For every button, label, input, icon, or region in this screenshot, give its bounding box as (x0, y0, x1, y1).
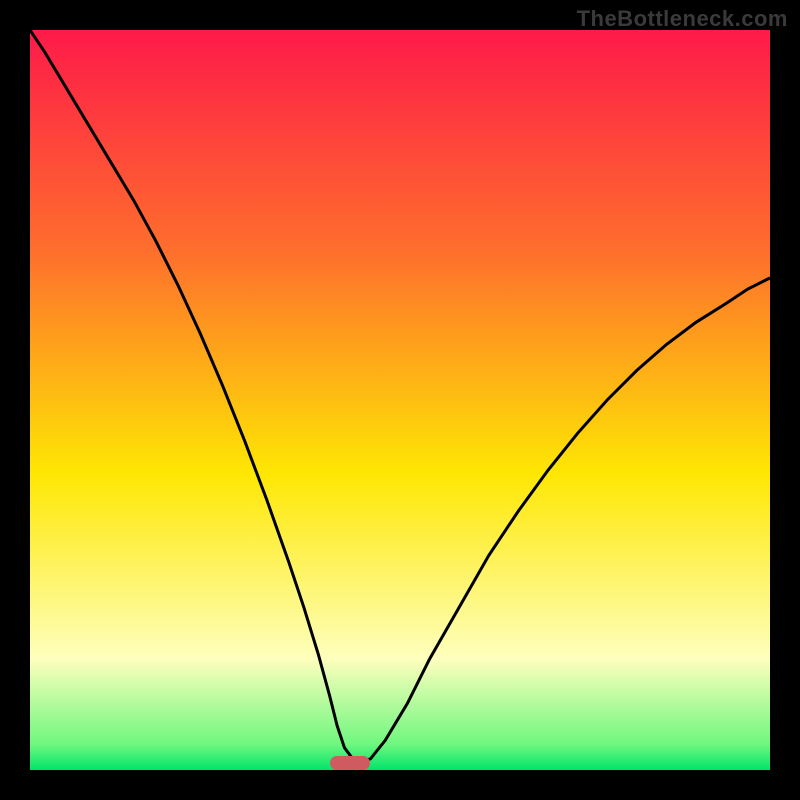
plot-svg (30, 30, 770, 770)
chart-frame: TheBottleneck.com (0, 0, 800, 800)
gradient-background (30, 30, 770, 770)
minimum-marker (330, 756, 371, 770)
watermark-text: TheBottleneck.com (577, 6, 788, 32)
plot-area (30, 30, 770, 770)
